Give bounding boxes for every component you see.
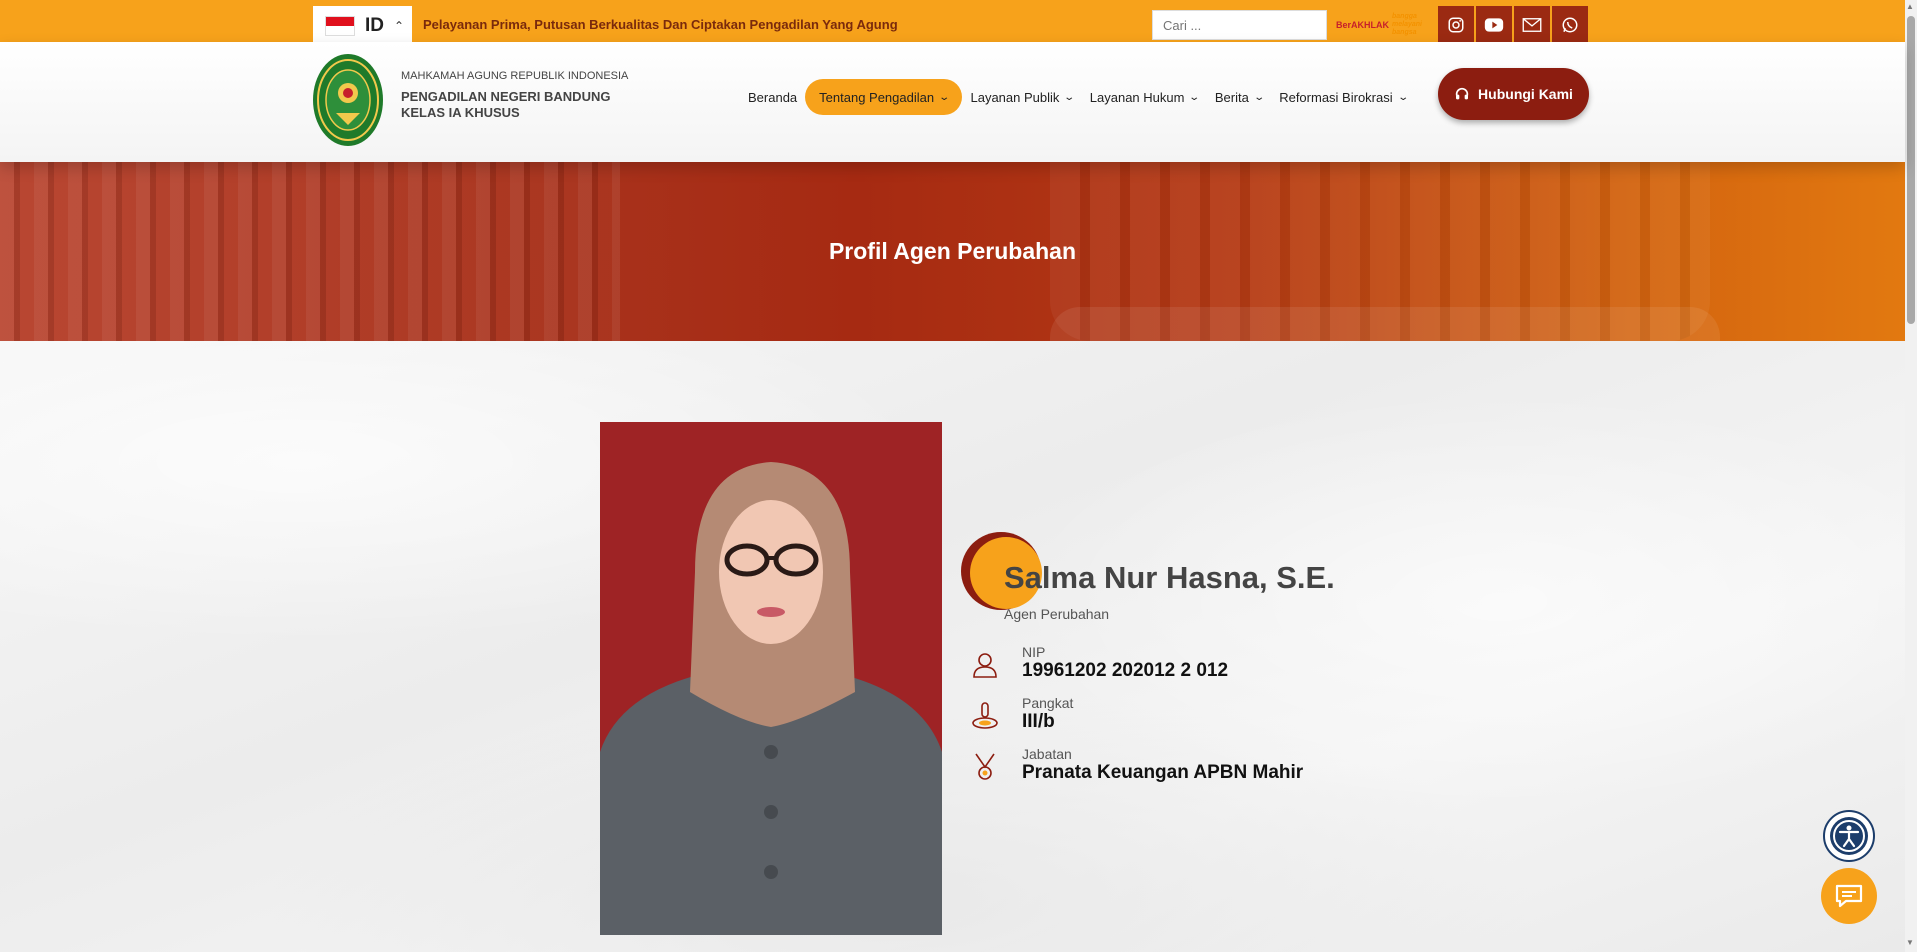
profile-name: Salma Nur Hasna, S.E. (1004, 560, 1335, 595)
youtube-icon[interactable] (1476, 6, 1512, 44)
bangga-melayani-text: bangga melayani bangsa (1392, 13, 1422, 36)
chat-icon (1835, 884, 1863, 908)
nav-beranda[interactable]: Beranda (740, 79, 805, 115)
chat-button[interactable] (1821, 868, 1877, 924)
chevron-up-icon: ⌃ (394, 19, 405, 33)
main-nav: Beranda Tentang Pengadilan ⌄ Layanan Pub… (740, 78, 1415, 116)
hubungi-kami-label: Hubungi Kami (1478, 86, 1573, 102)
tagline: Pelayanan Prima, Putusan Berkualitas Dan… (423, 17, 898, 32)
indonesia-flag-icon (325, 16, 355, 36)
page-banner: Profil Agen Perubahan (0, 162, 1905, 341)
whatsapp-icon[interactable] (1552, 6, 1588, 44)
pangkat-value: III/b (1022, 711, 1055, 732)
accessibility-icon (1830, 817, 1868, 855)
org-name: PENGADILAN NEGERI BANDUNG KELAS IA KHUSU… (401, 89, 610, 121)
profile-role: Agen Perubahan (1004, 606, 1110, 622)
org-parent-name: MAHKAMAH AGUNG REPUBLIK INDONESIA (401, 70, 629, 82)
scroll-down-arrow-icon[interactable]: ▼ (1906, 938, 1914, 947)
nav-label: Tentang Pengadilan (819, 89, 935, 105)
chevron-down-icon: ⌄ (1253, 91, 1265, 103)
mail-icon[interactable] (1514, 6, 1550, 44)
chevron-down-icon: ⌄ (1063, 91, 1076, 103)
org-name-line1: PENGADILAN NEGERI BANDUNG (401, 89, 611, 104)
nip-label: NIP (1022, 644, 1046, 660)
berakhlak-text: BerAKHLAK (1336, 20, 1390, 30)
language-code: ID (365, 15, 384, 36)
nav-tentang-pengadilan[interactable]: Tentang Pengadilan ⌄ (805, 79, 963, 115)
chevron-down-icon: ⌄ (1396, 91, 1409, 103)
user-icon (973, 653, 997, 678)
nip-value: 19961202 202012 2 012 (1022, 660, 1229, 681)
page-scrollbar[interactable]: ▲ ▼ (1905, 0, 1917, 952)
court-logo[interactable] (312, 53, 384, 147)
pangkat-label: Pangkat (1022, 695, 1074, 711)
nav-label: Reformasi Birokrasi (1279, 89, 1393, 105)
site-header: MAHKAMAH AGUNG REPUBLIK INDONESIA PENGAD… (0, 42, 1905, 162)
hubungi-kami-button[interactable]: Hubungi Kami (1438, 68, 1589, 120)
nav-label: Berita (1214, 89, 1249, 105)
jabatan-label: Jabatan (1022, 746, 1072, 762)
nav-layanan-hukum[interactable]: Layanan Hukum ⌄ (1082, 79, 1207, 115)
rank-icon (972, 702, 998, 729)
nav-reformasi-birokrasi[interactable]: Reformasi Birokrasi ⌄ (1271, 79, 1415, 115)
berakhlak-logo: BerAKHLAK bangga melayani bangsa (1336, 13, 1426, 37)
top-bar: ID ⌃ Pelayanan Prima, Putusan Berkualita… (0, 0, 1905, 46)
nav-label: Layanan Hukum (1089, 89, 1185, 105)
org-name-line2: KELAS IA KHUSUS (401, 105, 520, 120)
language-selector[interactable]: ID ⌃ (313, 6, 412, 46)
page-title: Profil Agen Perubahan (828, 238, 1077, 264)
accessibility-button[interactable] (1823, 810, 1875, 862)
nav-label: Layanan Publik (970, 89, 1060, 105)
headset-icon (1455, 87, 1469, 100)
chevron-down-icon: ⌄ (1188, 91, 1201, 103)
banner-pillar-base (1050, 307, 1720, 341)
profile-photo (600, 422, 942, 935)
scroll-up-arrow-icon[interactable]: ▲ (1906, 2, 1914, 11)
scrollbar-thumb[interactable] (1907, 16, 1915, 324)
search-input[interactable] (1152, 10, 1327, 40)
nav-berita[interactable]: Berita ⌄ (1207, 79, 1271, 115)
instagram-icon[interactable] (1438, 6, 1474, 44)
page-background (0, 341, 1905, 952)
chevron-down-icon: ⌄ (938, 91, 951, 103)
jabatan-value: Pranata Keuangan APBN Mahir (1022, 762, 1304, 783)
nav-layanan-publik[interactable]: Layanan Publik ⌄ (962, 79, 1081, 115)
nav-label: Beranda (748, 89, 798, 105)
medal-icon (975, 753, 995, 780)
